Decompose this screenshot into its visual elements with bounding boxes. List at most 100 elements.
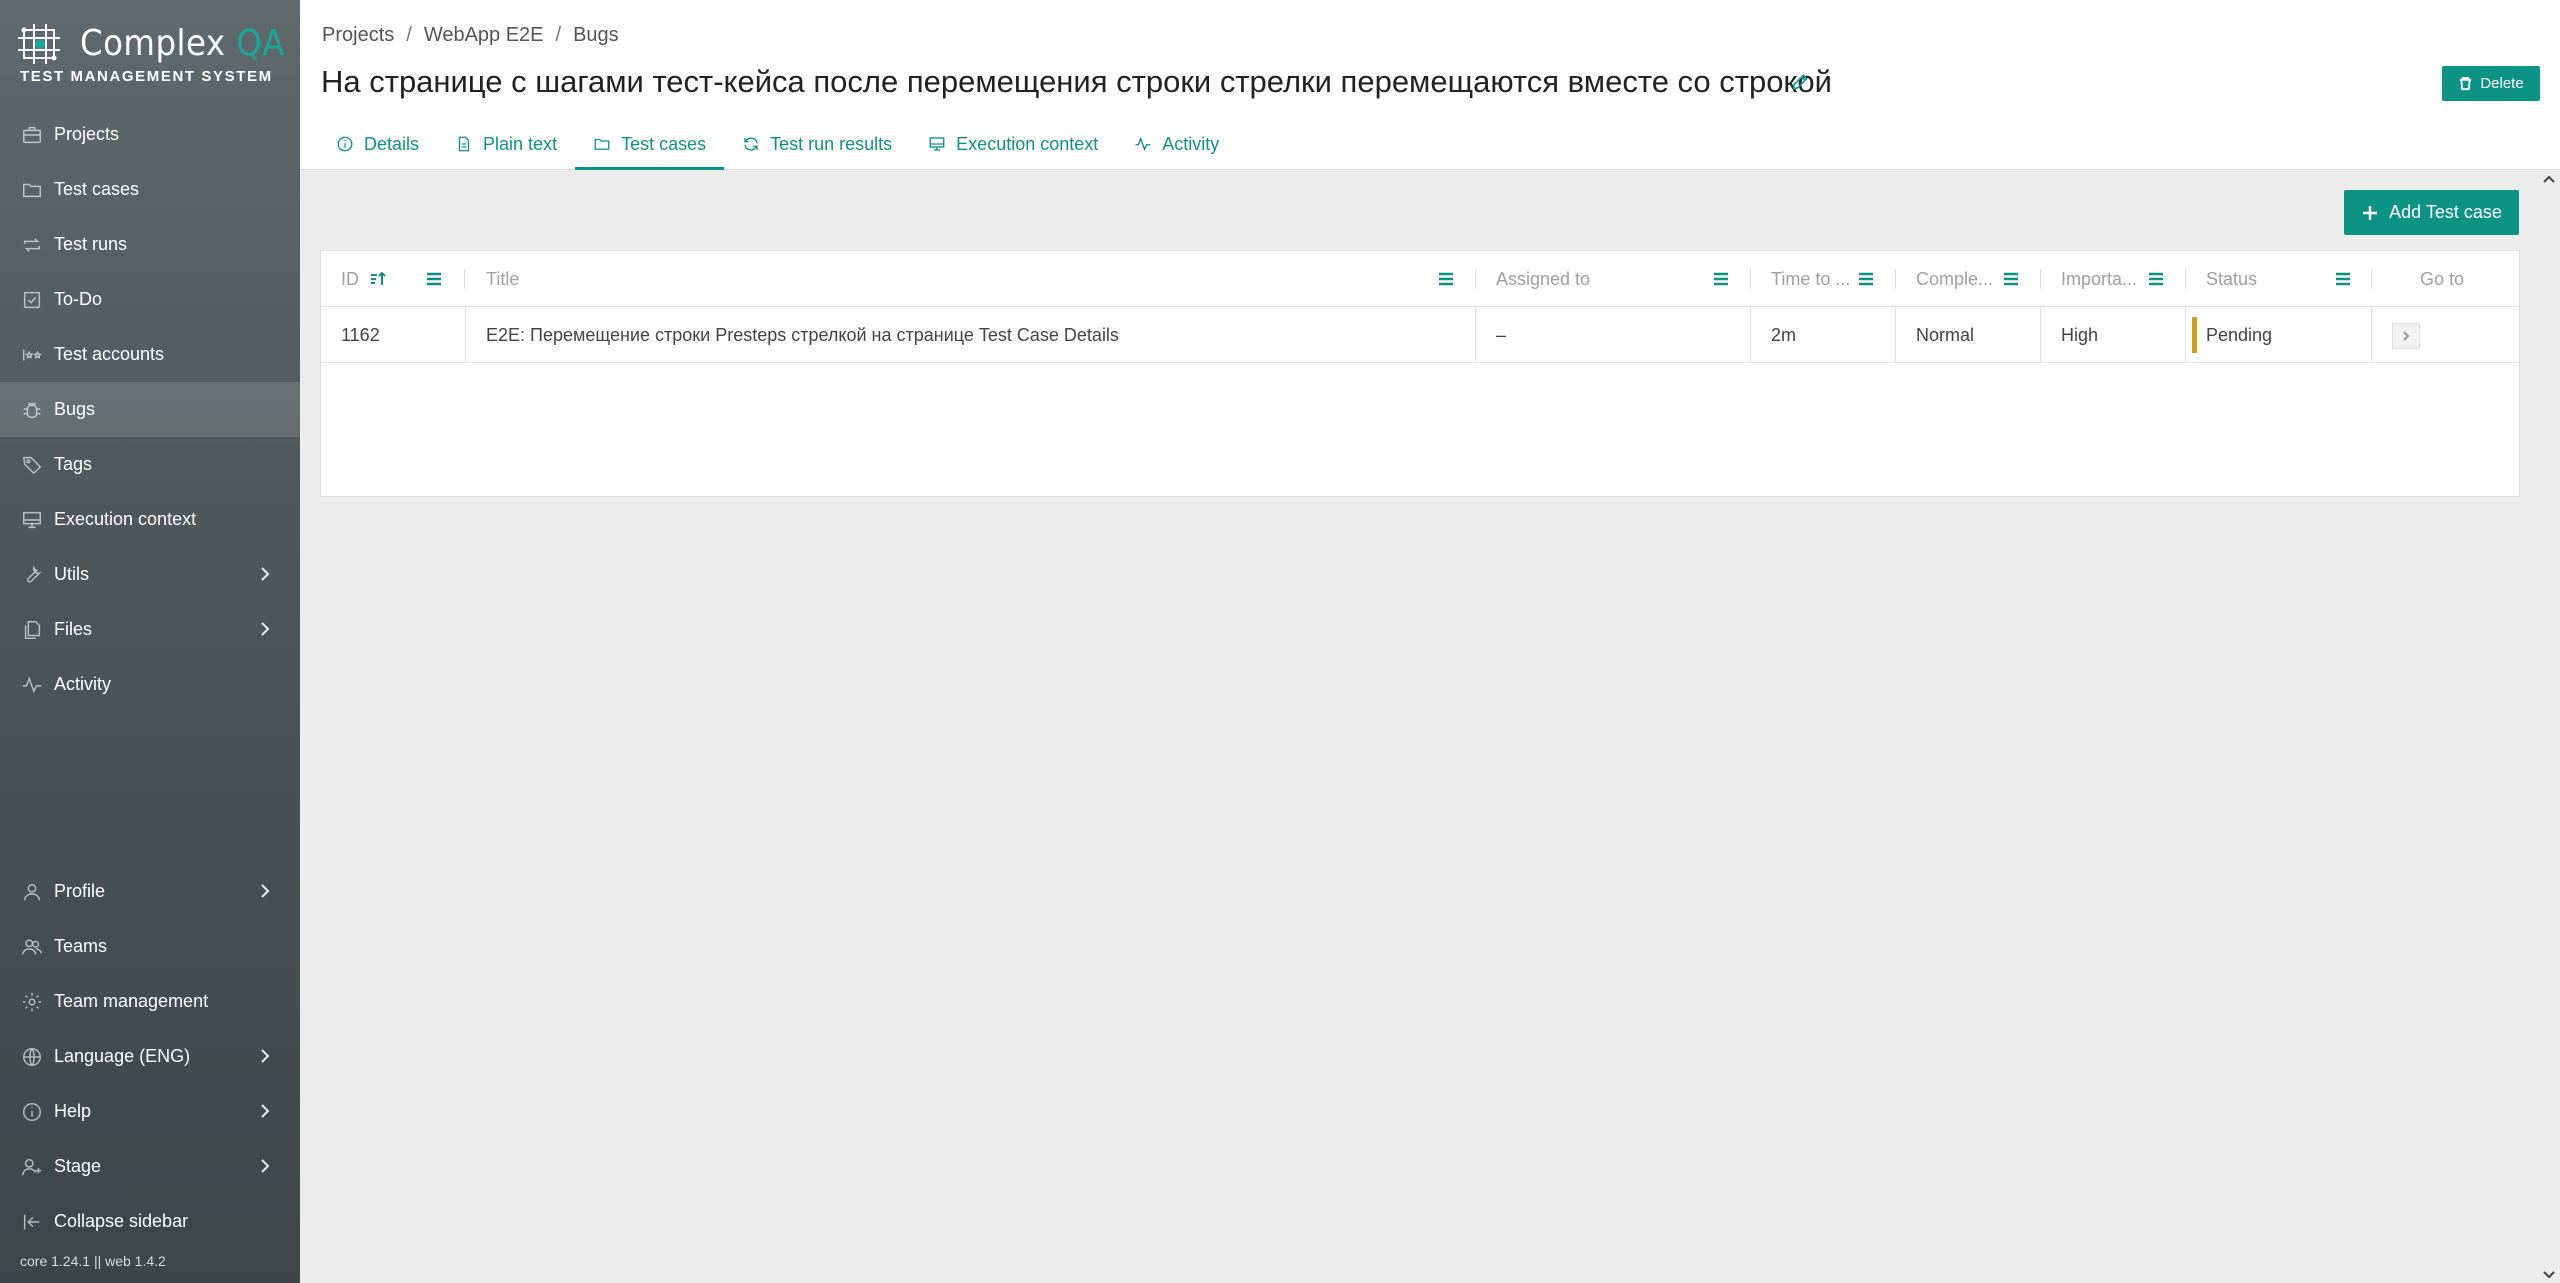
sidebar-item-test-accounts[interactable]: Test accounts (0, 327, 300, 382)
sidebar-item-language[interactable]: Language (ENG) (0, 1029, 300, 1084)
sidebar-item-tags[interactable]: Tags (0, 437, 300, 492)
scroll-up-arrow[interactable] (2542, 172, 2556, 184)
breadcrumb-bugs[interactable]: Bugs (573, 24, 619, 47)
refresh-icon (744, 137, 758, 151)
cell-status: Pending (2206, 324, 2273, 345)
checkbox-icon (20, 288, 44, 312)
sidebar-item-team-management[interactable]: Team management (0, 974, 300, 1029)
tag-icon (20, 453, 44, 477)
page-header: Projects / WebApp E2E / Bugs На странице… (300, 0, 2560, 170)
delete-button[interactable]: Delete (2442, 66, 2540, 101)
trash-icon (2460, 76, 2472, 91)
sidebar-item-label: Execution context (54, 509, 197, 529)
chevron-right-icon (256, 882, 274, 900)
sidebar-item-teams[interactable]: Teams (0, 919, 300, 974)
tabs: Details Plain text Test cases Test run r… (318, 118, 1237, 170)
sidebar-item-execution-context[interactable]: Execution context (0, 492, 300, 547)
breadcrumb-separator: / (555, 24, 562, 46)
document-icon (458, 136, 470, 152)
sidebar-item-help[interactable]: Help (0, 1084, 300, 1139)
sidebar-item-test-cases[interactable]: Test cases (0, 162, 300, 217)
column-separator (464, 269, 465, 289)
test-cases-table: ID Title Assigned to Time to ... Comple.… (320, 250, 2520, 497)
column-header-importance[interactable]: Importa... (2041, 251, 2151, 307)
column-menu-icon[interactable] (1857, 270, 1875, 288)
repeat-icon (20, 233, 44, 257)
sidebar-item-test-runs[interactable]: Test runs (0, 217, 300, 272)
column-menu-icon[interactable] (1712, 270, 1730, 288)
column-header-title[interactable]: Title (466, 251, 1466, 307)
logo-icon (18, 24, 60, 64)
sidebar-item-bugs[interactable]: Bugs (0, 382, 300, 437)
sidebar-item-label: Collapse sidebar (54, 1211, 189, 1231)
edit-title-icon[interactable] (1790, 72, 1812, 94)
chevron-right-icon (256, 620, 274, 638)
info-icon (20, 1100, 44, 1124)
user-plus-icon (20, 1155, 44, 1179)
column-header-go-to: Go to (2419, 268, 2465, 289)
chevron-right-icon (256, 1157, 274, 1175)
tab-details[interactable]: Details (318, 118, 437, 170)
chevron-right-icon (256, 1102, 274, 1120)
version-info: core 1.24.1 || web 1.4.2 (20, 1253, 166, 1269)
users-icon (20, 935, 44, 959)
user-icon (20, 880, 44, 904)
sidebar-item-label: Test cases (54, 179, 140, 199)
column-header-complexity[interactable]: Comple... (1896, 251, 2006, 307)
sidebar-item-utils[interactable]: Utils (0, 547, 300, 602)
sidebar-item-activity[interactable]: Activity (0, 657, 300, 712)
sidebar-item-profile[interactable]: Profile (0, 864, 300, 919)
column-menu-icon[interactable] (2002, 270, 2020, 288)
sidebar-item-todo[interactable]: To-Do (0, 272, 300, 327)
add-test-case-button[interactable]: Add Test case (2344, 190, 2519, 235)
scroll-down-arrow[interactable] (2542, 1268, 2556, 1280)
gear-icon (20, 990, 44, 1014)
sidebar: Complex QA TEST MANAGEMENT SYSTEM Projec… (0, 0, 300, 1283)
tab-test-run-results[interactable]: Test run results (724, 118, 910, 170)
sort-ascending-icon[interactable] (369, 270, 387, 288)
tab-plain-text[interactable]: Plain text (437, 118, 575, 170)
tab-activity[interactable]: Activity (1116, 118, 1237, 170)
column-header-time[interactable]: Time to ... (1751, 251, 1861, 307)
tab-test-cases[interactable]: Test cases (575, 118, 725, 170)
sidebar-item-stage[interactable]: Stage (0, 1139, 300, 1194)
cell-title[interactable]: E2E: Перемещение строки Presteps стрелко… (466, 307, 1475, 363)
column-menu-icon[interactable] (425, 270, 443, 288)
collapse-icon (20, 1210, 44, 1234)
breadcrumb: Projects / WebApp E2E / Bugs (322, 24, 619, 47)
row-separator (2371, 307, 2372, 363)
app-logo[interactable]: Complex QA TEST MANAGEMENT SYSTEM (18, 20, 288, 90)
breadcrumb-projects[interactable]: Projects (322, 24, 394, 47)
table-header: ID Title Assigned to Time to ... Comple.… (321, 251, 2519, 307)
cell-complexity: Normal (1916, 324, 1975, 345)
bug-icon (20, 398, 44, 422)
column-menu-icon[interactable] (2147, 270, 2165, 288)
sidebar-item-label: Profile (54, 881, 106, 901)
table-row[interactable]: 1162 E2E: Перемещение строки Presteps ст… (321, 307, 2519, 363)
sidebar-item-label: Files (54, 619, 93, 639)
sidebar-item-label: To-Do (54, 289, 103, 309)
user-stars-icon (20, 343, 44, 367)
sidebar-item-label: Language (ENG) (54, 1046, 191, 1066)
column-menu-icon[interactable] (1437, 270, 1455, 288)
sidebar-item-label: Activity (54, 674, 112, 694)
files-icon (20, 618, 44, 642)
sidebar-item-label: Team management (54, 991, 209, 1011)
go-to-button[interactable] (2392, 323, 2420, 349)
page-title: На странице с шагами тест-кейса после пе… (321, 64, 1832, 99)
breadcrumb-project[interactable]: WebApp E2E (424, 24, 544, 47)
chevron-right-icon (2403, 331, 2410, 341)
sidebar-item-files[interactable]: Files (0, 602, 300, 657)
activity-icon (20, 673, 44, 697)
collapse-sidebar-button[interactable]: Collapse sidebar (0, 1194, 300, 1249)
column-header-assigned-to[interactable]: Assigned to (1476, 251, 1706, 307)
monitor-icon (929, 137, 945, 151)
plus-icon (2363, 205, 2378, 220)
column-header-status[interactable]: Status (2186, 251, 2356, 307)
cell-time: 2m (1771, 324, 1797, 345)
sidebar-item-projects[interactable]: Projects (0, 107, 300, 162)
logo-title: Complex QA (80, 23, 285, 64)
column-header-id[interactable]: ID (321, 251, 466, 307)
column-menu-icon[interactable] (2334, 270, 2352, 288)
tab-execution-context[interactable]: Execution context (910, 118, 1116, 170)
